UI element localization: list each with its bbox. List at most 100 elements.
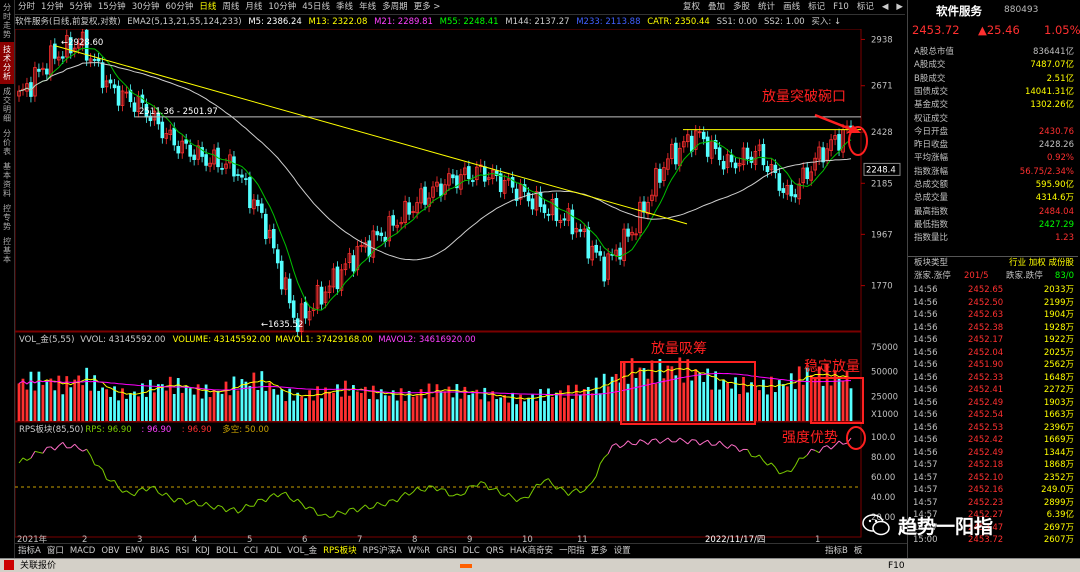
date-axis-label: 4 [192, 535, 197, 543]
rps-segment [412, 486, 418, 493]
indicator-tab[interactable]: 设置 [611, 546, 634, 556]
stat-value: 14041.31亿 [1024, 86, 1074, 97]
volume-info-text: VVOL: 43145592.00 [80, 335, 165, 345]
period-tab[interactable]: 月线 [242, 0, 265, 14]
indicator-tab[interactable]: DLC [460, 546, 483, 556]
period-tab[interactable]: 15分钟 [95, 0, 129, 14]
period-tab[interactable]: 季线 [333, 0, 356, 14]
rps-segment [631, 443, 637, 446]
period-tab[interactable]: 更多 > [411, 0, 444, 14]
stat-label: 昨日收盘 [914, 140, 949, 151]
period-tab[interactable]: 10分钟 [265, 0, 299, 14]
toolbar-button[interactable]: 统计 [754, 2, 779, 12]
toolbar-button[interactable]: 叠加 [704, 2, 729, 12]
rps-segment [811, 448, 816, 451]
indicator-tab[interactable]: 更多 [588, 546, 611, 556]
indicator-tab[interactable]: 指标A [15, 546, 44, 556]
rps-segment [94, 464, 99, 467]
chart-area[interactable]: 2938267124282185196717702511.36 - 2501.9… [15, 29, 907, 543]
period-tab[interactable]: 30分钟 [129, 0, 163, 14]
indicator-tab[interactable]: RSI [173, 546, 193, 556]
candle-body [482, 166, 487, 182]
m5-value: M5: 2386.24 [248, 17, 302, 27]
volume-bar [813, 378, 817, 421]
side-tab[interactable]: 成交明细 [0, 84, 14, 126]
side-tab[interactable]: 分时走势 [0, 0, 14, 42]
indicator-right-tab[interactable]: 指标B [822, 546, 851, 556]
toolbar-button[interactable]: F10 [829, 2, 853, 12]
rps-segment [273, 493, 279, 498]
indicator-tab[interactable]: GRSI [433, 546, 459, 556]
candle-body [562, 218, 567, 221]
stat-label: A股总市值 [914, 47, 954, 57]
indicator-tab[interactable]: BOLL [213, 546, 241, 556]
period-tab[interactable]: 日线 [196, 0, 219, 14]
indicator-right-tab[interactable]: 板 [851, 546, 866, 556]
period-tab[interactable]: 60分钟 [163, 0, 197, 14]
period-tab[interactable]: 分时 [15, 0, 38, 14]
volume-bar [706, 368, 710, 421]
price-tag: 2248.4 [866, 165, 896, 175]
period-tab[interactable]: 5分钟 [66, 0, 94, 14]
volume-bar [431, 397, 435, 421]
rps-segment [253, 499, 259, 507]
candle-body [279, 260, 284, 290]
stat-value: 2428.26 [1038, 140, 1074, 151]
indicator-tab[interactable]: W%R [405, 546, 433, 556]
period-tab[interactable]: 多周期 [379, 0, 411, 14]
indicator-tab[interactable]: BIAS [147, 546, 173, 556]
volume-bar [344, 380, 347, 421]
volume-bar [160, 384, 164, 421]
period-tab[interactable]: 年线 [356, 0, 379, 14]
period-tab[interactable]: 45日线 [299, 0, 333, 14]
indicator-tab[interactable]: MACD [67, 546, 98, 556]
status-text[interactable]: 关联报价 [20, 559, 56, 572]
candle-body [379, 232, 384, 236]
rps-segment [153, 485, 159, 494]
side-tab[interactable]: 控基本 [0, 234, 14, 267]
side-tab[interactable]: 控专势 [0, 201, 14, 234]
rps-segment [98, 465, 103, 470]
volume-bar [375, 399, 379, 421]
toolbar-button[interactable]: ◀ [878, 2, 893, 12]
stat-label: 总成交额 [914, 180, 949, 190]
rps-segment [747, 449, 752, 457]
indicator-tab[interactable]: 窗口 [44, 546, 67, 556]
toolbar-button[interactable]: 标记 [804, 2, 829, 12]
sector-value[interactable]: 行业 加权 成份股 [1009, 257, 1074, 270]
indicator-tab[interactable]: RPS沪深A [360, 546, 405, 556]
period-tab[interactable]: 1分钟 [38, 0, 66, 14]
tick-row: 14:56 2452.41 2272万 [908, 384, 1078, 397]
indicator-tab[interactable]: EMV [122, 546, 147, 556]
indicator-tab[interactable]: 一阳指 [556, 546, 588, 556]
tick-volume: 2697万 [1043, 522, 1074, 533]
rps-panel-frame [15, 421, 862, 538]
indicator-tab[interactable]: QRS [483, 546, 507, 556]
status-f10[interactable]: F10 [888, 559, 905, 572]
candle-body [232, 156, 236, 177]
volume-bar [682, 382, 686, 421]
toolbar-button[interactable]: 多股 [729, 2, 754, 12]
indicator-tab[interactable]: VOL_金 [284, 546, 320, 556]
volume-bar [415, 395, 419, 421]
indicator-tab[interactable]: HAK商奇安 [507, 546, 556, 556]
side-tab[interactable]: 技术分析 [0, 42, 14, 84]
indicator-tab[interactable]: CCI [241, 546, 261, 556]
side-tab[interactable]: 分价表 [0, 126, 14, 159]
indicator-tab[interactable]: KDJ [192, 546, 213, 556]
toolbar-button[interactable]: 复权 [679, 2, 704, 12]
rps-segment [794, 457, 800, 466]
toolbar-button[interactable]: 画线 [779, 2, 804, 12]
indicator-tab[interactable]: ADL [261, 546, 284, 556]
toolbar-button[interactable]: 标记 [853, 2, 878, 12]
side-tab[interactable]: 基本资料 [0, 159, 14, 201]
toolbar-button[interactable]: ▶ [892, 2, 905, 12]
period-tab[interactable]: 周线 [219, 0, 242, 14]
rps-segment [361, 504, 366, 509]
rps-segment [444, 488, 450, 497]
rps-segment [707, 439, 713, 446]
indicator-tab[interactable]: RPS板块 [320, 546, 359, 556]
indicator-tab[interactable]: OBV [98, 546, 122, 556]
rps-segment [42, 447, 48, 454]
tick-time: 14:57 [913, 497, 938, 508]
